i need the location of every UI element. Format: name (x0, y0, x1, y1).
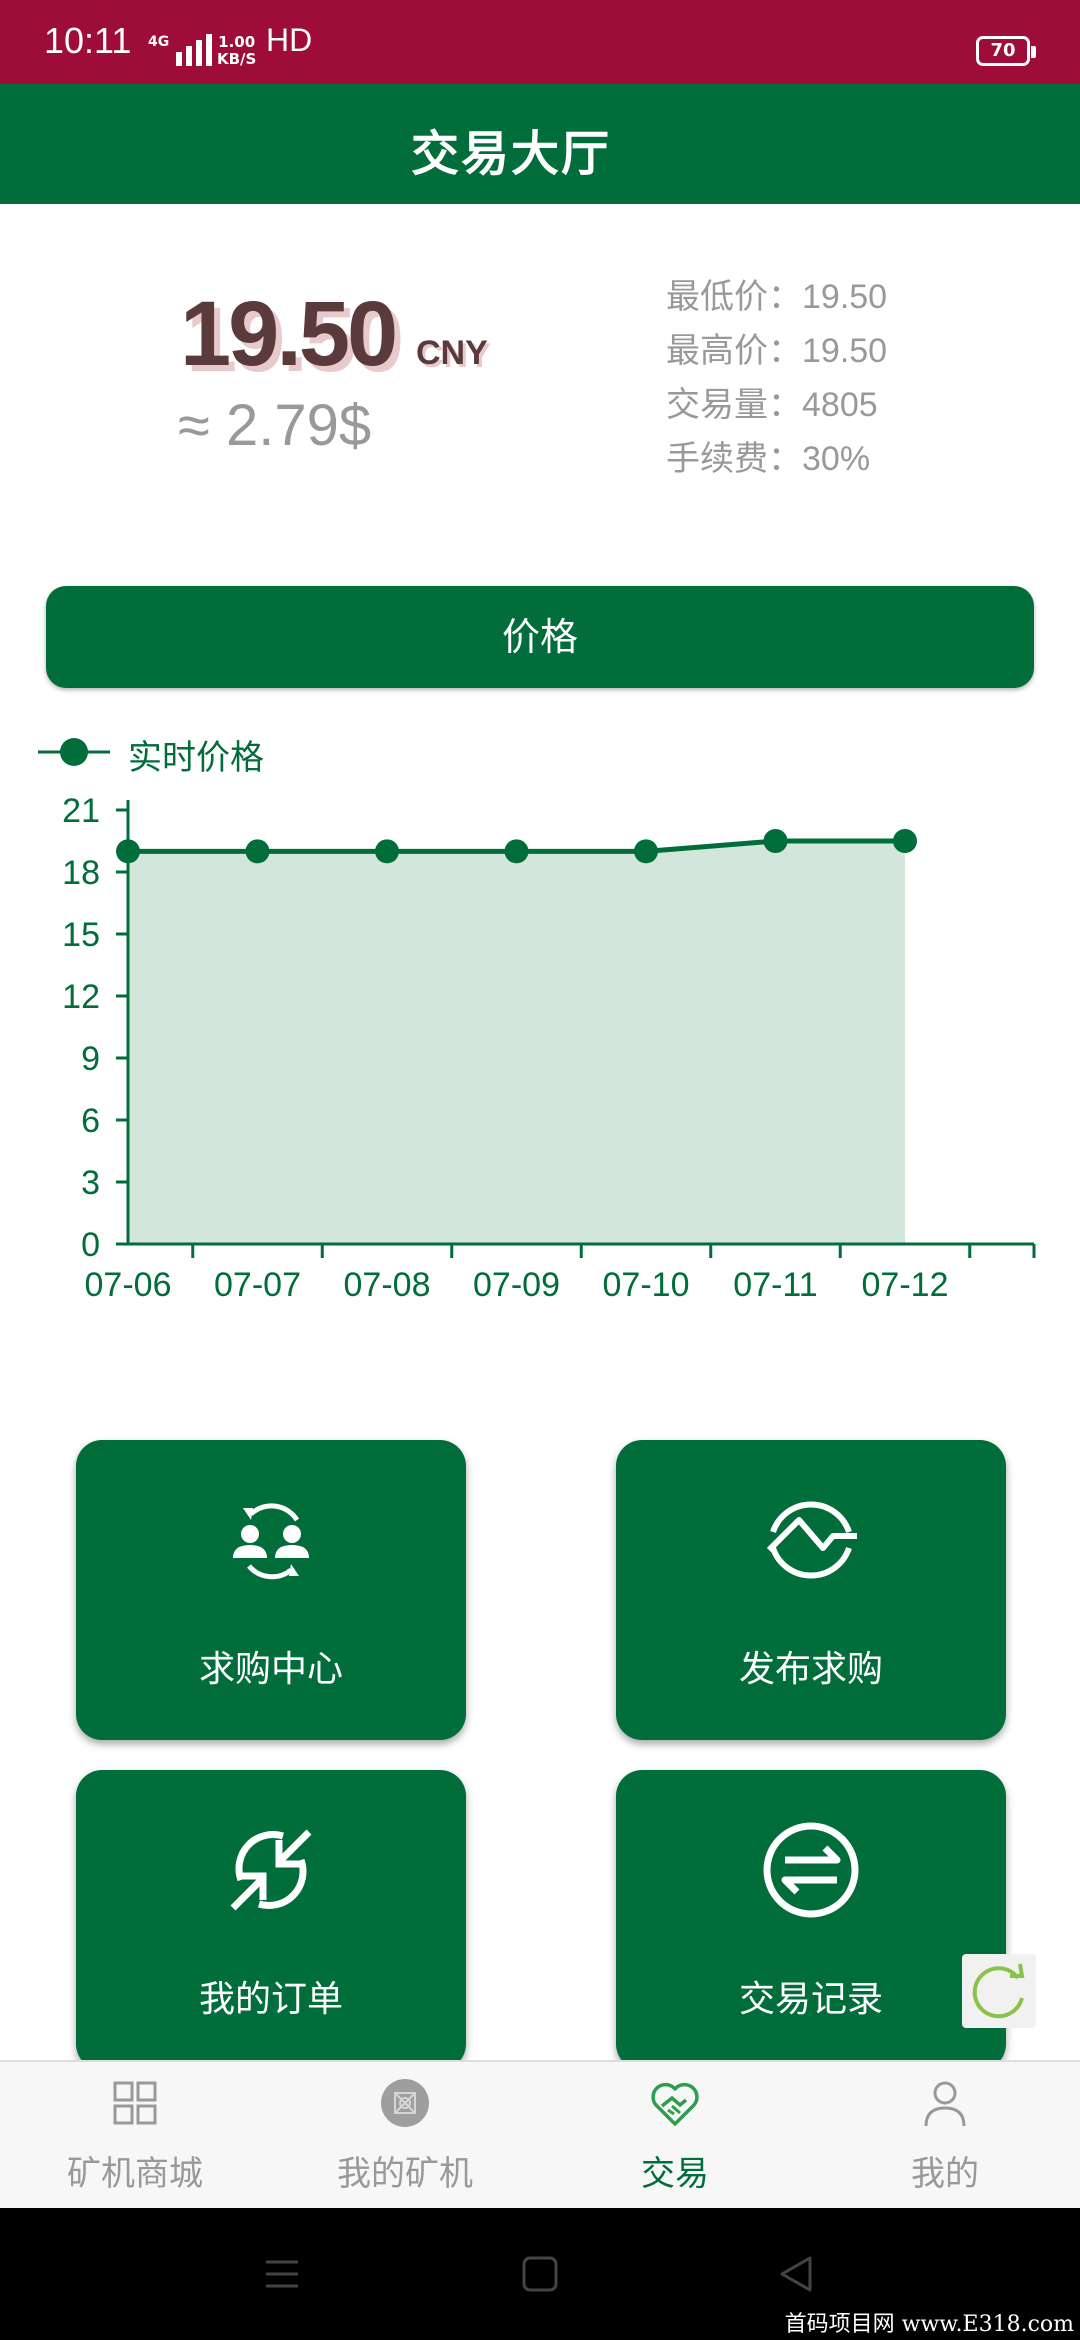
x-tick-label: 07-11 (733, 1266, 817, 1304)
x-tick-label: 07-12 (862, 1266, 949, 1304)
tile-label: 交易记录 (738, 1979, 883, 2020)
menu-icon[interactable] (264, 2256, 300, 2292)
tab-my-miners[interactable]: 我的矿机 (270, 2062, 540, 2210)
tab-mine[interactable]: 我的 (810, 2062, 1080, 2210)
y-tick-label: 15 (62, 916, 100, 954)
y-tick-label: 12 (62, 978, 100, 1016)
buy-request-center-button[interactable]: 求购中心 (76, 1440, 466, 1740)
y-tick-label: 0 (81, 1226, 100, 1264)
network-rate: 1.00 KB/S (217, 33, 257, 68)
network-type: 4G (148, 34, 170, 50)
wave-circle-icon (766, 1501, 857, 1579)
stat-min-price: 最低价：19.50 (666, 277, 888, 317)
data-point (893, 829, 917, 853)
y-tick-label: 18 (62, 854, 100, 892)
back-icon[interactable] (778, 2256, 814, 2292)
stat-fee: 手续费：30% (666, 439, 871, 479)
system-nav-bar: 首码项目网 www.E318.com (0, 2208, 1080, 2340)
price-tab-button[interactable]: 价格 (46, 586, 1034, 688)
x-tick-label: 07-09 (473, 1266, 560, 1304)
status-bar: 10:11 4G 1.00 KB/S HD 70 (0, 0, 1080, 84)
data-point (116, 839, 140, 864)
user-icon (924, 2081, 966, 2127)
swap-arrows-icon (763, 1822, 859, 1918)
tile-label: 求购中心 (198, 1649, 343, 1690)
price-usd: ≈ 2.79$ (178, 393, 372, 458)
data-point (504, 839, 529, 864)
data-point (375, 839, 399, 864)
tile-label: 发布求购 (738, 1649, 883, 1690)
tab-miner-mall[interactable]: 矿机商城 (0, 2062, 270, 2210)
battery-icon: 70 (976, 36, 1036, 66)
price-stats: 最低价：19.50 最高价：19.50 交易量：4805 手续费：30% (666, 270, 887, 486)
data-point (634, 839, 658, 864)
x-tick-label: 07-08 (344, 1266, 431, 1304)
arrows-in-circle-icon (230, 1829, 312, 1911)
data-point (763, 829, 788, 853)
x-tick-label: 07-06 (85, 1266, 172, 1304)
miner-icon (381, 2079, 429, 2127)
y-tick-label: 6 (81, 1102, 100, 1140)
people-exchange-icon (233, 1503, 309, 1580)
y-tick-label: 9 (81, 1040, 100, 1078)
watermark: 首码项目网 www.E318.com (784, 2312, 1074, 2337)
page-title: 交易大厅 (410, 126, 611, 182)
hd-indicator: HD (266, 22, 313, 58)
app-header: 交易大厅 (0, 84, 1080, 204)
price-currency: CNY (416, 334, 488, 372)
stat-volume: 交易量：4805 (666, 385, 878, 425)
tab-label: 矿机商城 (67, 2154, 203, 2194)
tab-label: 我的 (911, 2154, 979, 2194)
x-tick-label: 07-07 (214, 1266, 301, 1304)
tile-label: 我的订单 (198, 1979, 343, 2020)
tab-label: 交易 (641, 2154, 709, 2194)
home-icon[interactable] (522, 2256, 558, 2292)
bottom-tab-bar: 矿机商城 我的矿机 交易 我的 (0, 2060, 1080, 2210)
signal-icon (176, 34, 212, 66)
grid-icon (113, 2081, 157, 2125)
y-tick-label: 3 (81, 1164, 100, 1202)
stat-max-price: 最高价：19.50 (666, 331, 888, 371)
refresh-icon[interactable] (962, 1954, 1036, 2028)
data-point (245, 839, 270, 864)
tab-trade[interactable]: 交易 (540, 2062, 810, 2210)
status-time: 10:11 (44, 20, 132, 61)
tab-label: 我的矿机 (337, 2154, 473, 2194)
y-tick-label: 21 (62, 792, 100, 830)
legend-marker (60, 738, 88, 766)
x-tick-label: 07-10 (603, 1266, 690, 1304)
publish-buy-request-button[interactable]: 发布求购 (616, 1440, 1006, 1740)
series-area (128, 841, 905, 1244)
trade-records-button[interactable]: 交易记录 (616, 1770, 1006, 2070)
price-chart: 0 3 6 9 12 15 18 21 07-06 07-07 07-08 07-09 07-10 07-… (38, 738, 1036, 1304)
my-orders-button[interactable]: 我的订单 (76, 1770, 466, 2070)
current-price: 19.50 (180, 283, 398, 385)
heart-handshake-icon (651, 2082, 699, 2126)
